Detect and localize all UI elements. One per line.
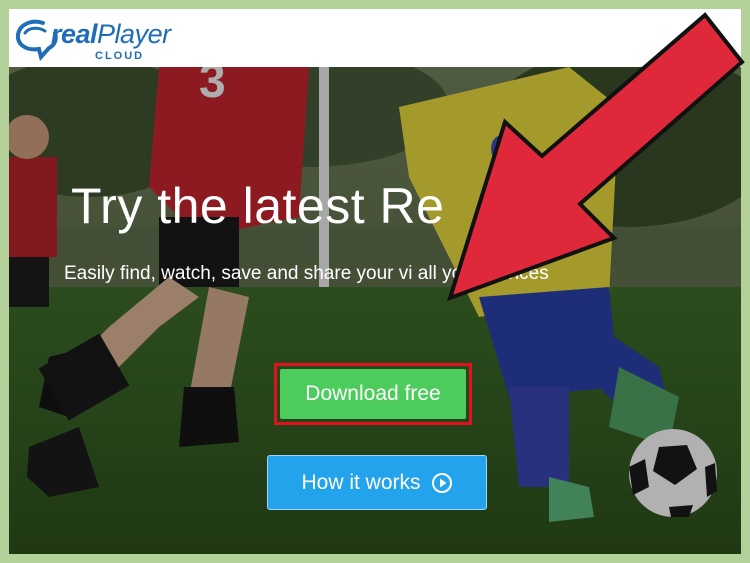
play-circle-icon bbox=[431, 472, 452, 493]
hero-background: 3 9 Try the latest Re Easily find, watch… bbox=[9, 67, 741, 554]
how-it-works-button[interactable]: How it works bbox=[267, 455, 487, 510]
hero-subtitle: Easily find, watch, save and share your … bbox=[64, 263, 549, 284]
logo-suffix: Player bbox=[97, 19, 171, 49]
site-header: realPlayer CLOUD bbox=[9, 9, 741, 67]
logo-subtitle: CLOUD bbox=[95, 50, 145, 62]
realplayer-logo[interactable]: realPlayer CLOUD bbox=[13, 15, 193, 63]
logo-prefix: real bbox=[51, 19, 98, 49]
logo-wordmark: realPlayer bbox=[51, 19, 171, 50]
how-it-works-label: How it works bbox=[301, 470, 421, 494]
browser-viewport: realPlayer CLOUD 3 9 Try the latest Re E… bbox=[9, 9, 741, 554]
illustration-frame: realPlayer CLOUD 3 9 Try the latest Re E… bbox=[0, 0, 750, 563]
download-free-button[interactable]: Download free bbox=[280, 369, 466, 419]
hero-title: Try the latest Re bbox=[71, 178, 445, 234]
